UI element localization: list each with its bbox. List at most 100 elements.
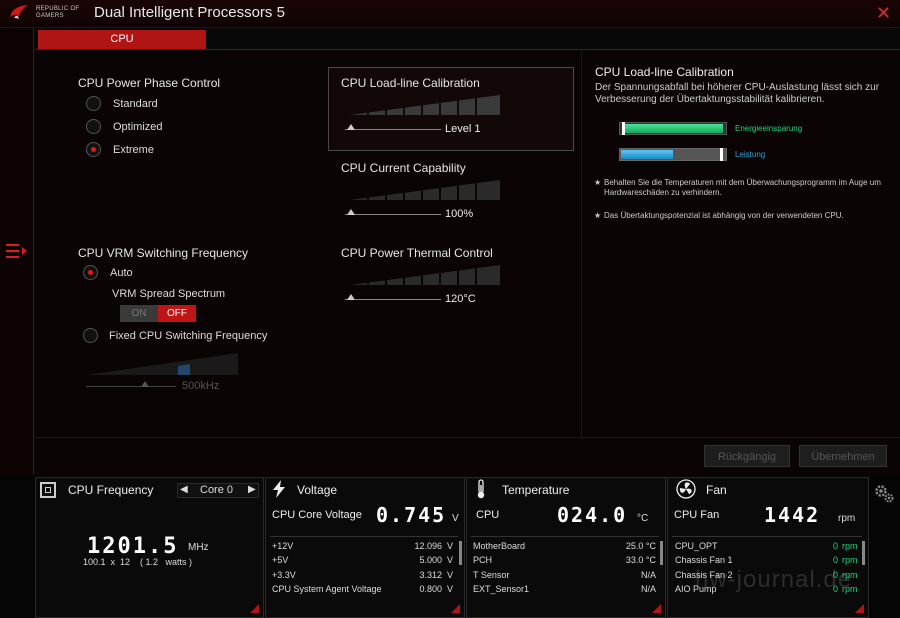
vrm-frequency-thumb[interactable] bbox=[141, 381, 149, 387]
thermal-control-thumb[interactable] bbox=[347, 294, 355, 300]
current-capability-thumb[interactable] bbox=[347, 209, 355, 215]
vrm-frequency-slider[interactable] bbox=[86, 386, 176, 387]
core-voltage-value: 0.745 bbox=[376, 503, 447, 527]
radio-auto-label: Auto bbox=[110, 267, 133, 279]
cpu-fan-unit: rpm bbox=[838, 513, 856, 524]
current-capability-slider[interactable] bbox=[345, 214, 441, 215]
performance-bar bbox=[619, 148, 727, 161]
current-capability-value: 100% bbox=[445, 208, 474, 220]
temperature-scrollbar[interactable] bbox=[660, 541, 663, 565]
panel-corner-icon[interactable] bbox=[652, 604, 661, 613]
core-next-icon[interactable]: ▶ bbox=[248, 484, 256, 495]
energy-bar bbox=[619, 122, 727, 135]
watermark: hw-journal.de bbox=[695, 566, 853, 593]
radio-optimized[interactable] bbox=[86, 119, 101, 134]
performance-bar-label: Leistung bbox=[735, 150, 766, 159]
temperature-title: Temperature bbox=[502, 483, 570, 497]
temp-row-label: EXT_Sensor1 bbox=[473, 584, 530, 594]
fan-row-unit: rpm bbox=[842, 555, 858, 565]
temp-row-label: MotherBoard bbox=[473, 541, 526, 551]
temp-row-label: PCH bbox=[473, 555, 493, 565]
cpu-frequency-detail: 100.1 x 12 ( 1.2 watts ) bbox=[83, 557, 193, 567]
description-title: CPU Load-line Calibration bbox=[595, 65, 734, 79]
voltage-title: Voltage bbox=[297, 483, 338, 497]
spread-on-button[interactable]: ON bbox=[120, 305, 158, 322]
cpu-fan-label: CPU Fan bbox=[674, 509, 720, 521]
volt-row-unit: V bbox=[447, 555, 454, 565]
current-capability-ramp bbox=[350, 180, 500, 200]
volt-row-value: 0.800 bbox=[419, 584, 442, 594]
vrm-title: CPU VRM Switching Frequency bbox=[78, 246, 249, 260]
panel-corner-icon[interactable] bbox=[250, 604, 259, 613]
undo-button[interactable]: Rückgängig bbox=[704, 445, 790, 467]
note-1-star: ★ bbox=[594, 178, 602, 187]
thermal-control-title: CPU Power Thermal Control bbox=[341, 246, 493, 260]
fan-scrollbar[interactable] bbox=[862, 541, 865, 565]
volt-row-value: 3.312 bbox=[419, 570, 442, 580]
cpu-temp-value: 024.0 bbox=[557, 503, 628, 527]
radio-fixed-frequency[interactable] bbox=[83, 328, 98, 343]
voltage-scrollbar[interactable] bbox=[459, 541, 462, 565]
thermal-control-ramp bbox=[350, 265, 500, 285]
llc-slider-thumb[interactable] bbox=[347, 124, 355, 130]
fan-row-value: 0 bbox=[832, 555, 838, 565]
temp-row-value: 33.0 °C bbox=[625, 555, 656, 565]
lightning-icon bbox=[273, 480, 285, 498]
volt-row-value: 5.000 bbox=[419, 555, 442, 565]
fan-divider bbox=[672, 536, 862, 537]
temp-row-label: T Sensor bbox=[473, 570, 510, 580]
llc-slider[interactable] bbox=[345, 129, 441, 130]
cpu-frequency-title: CPU Frequency bbox=[68, 483, 154, 497]
volt-row-label: +3.3V bbox=[272, 570, 296, 580]
radio-auto[interactable] bbox=[83, 265, 98, 280]
apply-button[interactable]: Übernehmen bbox=[799, 445, 887, 467]
fan-icon bbox=[676, 479, 696, 499]
core-voltage-unit: V bbox=[452, 513, 459, 524]
fan-row-unit: rpm bbox=[842, 541, 858, 551]
panel-corner-icon[interactable] bbox=[451, 604, 460, 613]
core-selector-value: Core 0 bbox=[200, 484, 234, 496]
radio-extreme[interactable] bbox=[86, 142, 101, 157]
vrm-frequency-ramp bbox=[86, 353, 238, 375]
spread-off-button[interactable]: OFF bbox=[158, 305, 196, 322]
app-title: Dual Intelligent Processors 5 bbox=[94, 4, 285, 21]
radio-standard[interactable] bbox=[86, 96, 101, 111]
close-icon[interactable]: ✕ bbox=[876, 3, 891, 24]
thermometer-icon bbox=[477, 479, 485, 499]
fan-title: Fan bbox=[706, 483, 727, 497]
cpu-temp-unit: °C bbox=[637, 513, 649, 524]
fan-row-value: 0 bbox=[832, 541, 838, 551]
cpu-frequency-value: 1201.5 bbox=[87, 534, 179, 559]
voltage-divider bbox=[270, 536, 458, 537]
core-voltage-label: CPU Core Voltage bbox=[272, 509, 362, 521]
fan-row-label: Chassis Fan 1 bbox=[675, 555, 733, 565]
llc-level-ramp bbox=[350, 95, 500, 115]
menu-expand-icon[interactable] bbox=[6, 241, 28, 261]
spread-spectrum-label: VRM Spread Spectrum bbox=[112, 288, 226, 300]
volt-row-label: +5V bbox=[272, 555, 289, 565]
radio-fixed-frequency-label: Fixed CPU Switching Frequency bbox=[109, 330, 268, 342]
volt-row-label: +12V bbox=[272, 541, 294, 551]
cpu-chip-icon bbox=[40, 482, 56, 498]
radio-optimized-label: Optimized bbox=[113, 121, 163, 133]
panel-corner-icon[interactable] bbox=[855, 604, 864, 613]
radio-standard-label: Standard bbox=[113, 98, 158, 110]
temperature-divider bbox=[471, 536, 659, 537]
radio-extreme-label: Extreme bbox=[113, 144, 154, 156]
gear-icon[interactable] bbox=[873, 483, 895, 505]
note-2: Das Übertaktungspotenzial ist abhängig v… bbox=[604, 211, 844, 220]
thermal-control-value: 120°C bbox=[445, 293, 476, 305]
current-capability-title: CPU Current Capability bbox=[341, 161, 466, 175]
thermal-control-slider[interactable] bbox=[345, 299, 441, 300]
energy-bar-label: Energieeinsparung bbox=[735, 124, 803, 133]
power-phase-title: CPU Power Phase Control bbox=[78, 76, 221, 90]
volt-row-label: CPU System Agent Voltage bbox=[272, 584, 382, 594]
temp-row-value: 25.0 °C bbox=[625, 541, 656, 551]
core-prev-icon[interactable]: ◀ bbox=[180, 484, 188, 495]
cpu-frequency-unit: MHz bbox=[188, 542, 209, 553]
volt-row-unit: V bbox=[447, 584, 454, 594]
temp-row-value: N/A bbox=[640, 584, 656, 594]
note-1: Behalten Sie die Temperaturen mit dem Üb… bbox=[604, 178, 881, 197]
volt-row-unit: V bbox=[447, 541, 454, 551]
tab-cpu[interactable]: CPU bbox=[38, 30, 206, 49]
